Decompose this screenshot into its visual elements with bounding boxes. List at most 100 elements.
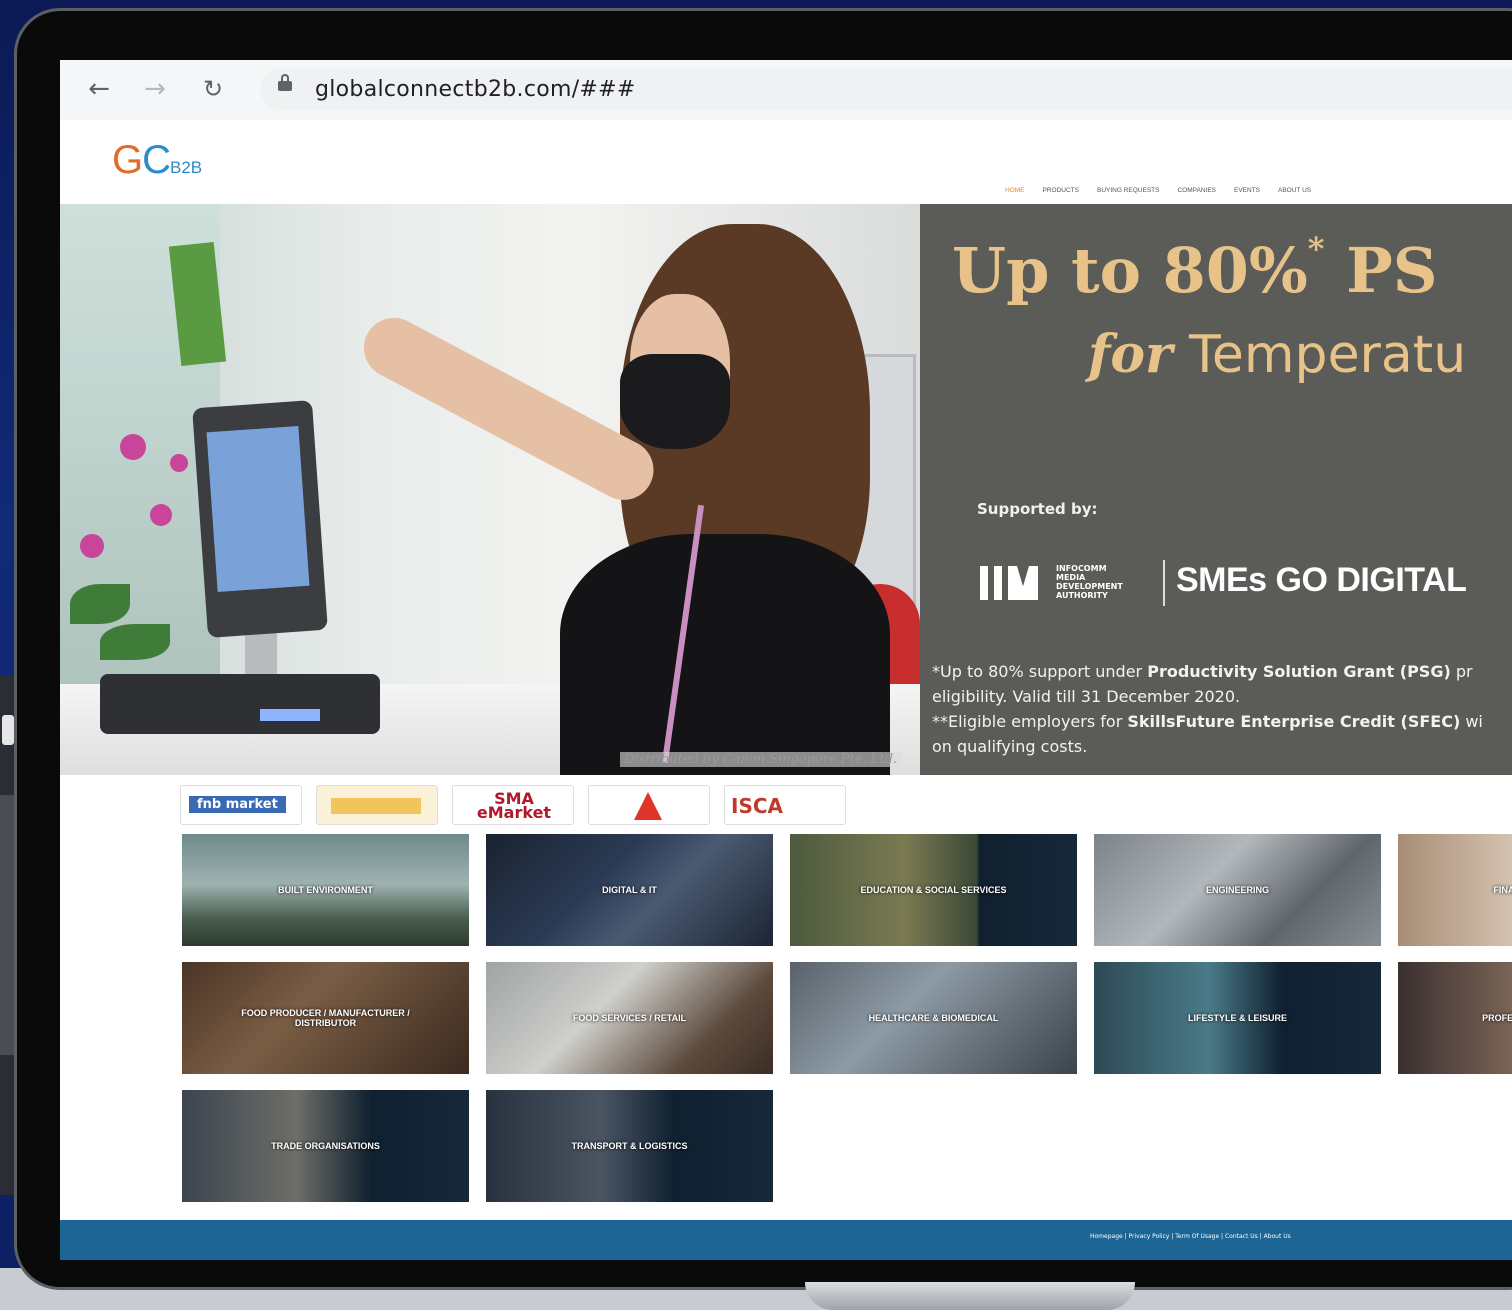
laptop-screen: ← → ↻ globalconnectb2b.com/### GCB2B HOM… (60, 60, 1512, 1260)
category-tile[interactable]: DIGITAL & IT (486, 834, 773, 946)
address-bar[interactable]: globalconnectb2b.com/### (260, 68, 1512, 110)
main-nav: HOME PRODUCTS BUYING REQUESTS COMPANIES … (1005, 187, 1311, 194)
photo-person-arm (353, 307, 665, 511)
hero-banner[interactable]: Distributed by Canon Singapore Pte. Ltd.… (60, 204, 1512, 775)
forward-arrow-icon[interactable]: → (138, 72, 172, 106)
category-tile[interactable]: FOOD SERVICES / RETAIL (486, 962, 773, 1074)
category-label: FOOD PRODUCER / MANUFACTURER / DISTRIBUT… (241, 1008, 410, 1028)
hero-photo: Distributed by Canon Singapore Pte. Ltd. (60, 204, 920, 775)
category-label: HEALTHCARE & BIOMEDICAL (868, 1013, 999, 1023)
photo-orchid (150, 504, 172, 526)
laptop-stand (805, 1282, 1135, 1310)
category-grid: BUILT ENVIRONMENT DIGITAL & IT EDUCATION… (182, 834, 1512, 1214)
category-tile[interactable]: EDUCATION & SOCIAL SERVICES (790, 834, 1077, 946)
photo-leaf (100, 624, 170, 660)
fine-print-line: *Up to 80% support under Productivity So… (932, 659, 1512, 684)
promo-headline: Up to 80%* PS (952, 230, 1438, 307)
nav-home[interactable]: HOME (1005, 187, 1025, 194)
nav-about-us[interactable]: ABOUT US (1278, 187, 1311, 194)
partner-logo-sma-emarket[interactable]: SMA eMarket (452, 785, 574, 825)
browser-toolbar: ← → ↻ globalconnectb2b.com/### (60, 60, 1512, 121)
nav-buying-requests[interactable]: BUYING REQUESTS (1097, 187, 1159, 194)
category-tile[interactable]: HEALTHCARE & BIOMEDICAL (790, 962, 1077, 1074)
photo-orchid (80, 534, 104, 558)
category-label: EDUCATION & SOCIAL SERVICES (860, 885, 1007, 895)
footer-links[interactable]: Homepage | Privacy Policy | Term Of Usag… (1090, 1233, 1291, 1240)
kiosk-led (260, 709, 320, 721)
fine-print-text: *Up to 80% support under (932, 662, 1148, 681)
kiosk-display (206, 425, 310, 593)
category-label: TRADE ORGANISATIONS (271, 1141, 380, 1151)
category-label: DIGITAL & IT (602, 885, 657, 895)
partner-logo-isca[interactable]: ISCA (724, 785, 846, 825)
headline-text: Up to 80% (952, 234, 1308, 307)
site-logo[interactable]: GCB2B (112, 138, 202, 183)
category-tile[interactable]: BUILT ENVIRONMENT (182, 834, 469, 946)
partner-logo-mark (634, 792, 662, 820)
photo-person-mask (620, 354, 730, 449)
subline-rest: Temperatu (1172, 325, 1467, 385)
imda-logo: INFOCOMM MEDIA DEVELOPMENT AUTHORITY (980, 560, 1150, 606)
back-arrow-icon[interactable]: ← (82, 72, 116, 106)
partner-logo-fnb-market[interactable]: fnb market (180, 785, 302, 825)
fine-print-text: **Eligible employers for (932, 712, 1128, 731)
partner-logo-4[interactable] (588, 785, 710, 825)
headline-rest: PS (1324, 234, 1438, 307)
partner-logo-mark (331, 798, 421, 814)
category-label: FINANCIAL SERVICES (1493, 885, 1512, 895)
promo-panel: Up to 80%* PS for Temperatu Supported by… (920, 204, 1512, 775)
logo-divider (1163, 560, 1165, 606)
nav-events[interactable]: EVENTS (1234, 187, 1260, 194)
partner-logo-text: SMA eMarket (476, 789, 552, 822)
fine-print-bold: Productivity Solution Grant (PSG) (1147, 662, 1451, 681)
fine-print-line: **Eligible employers for SkillsFuture En… (932, 709, 1512, 734)
nav-products[interactable]: PRODUCTS (1043, 187, 1079, 194)
imda-logo-bar (994, 566, 1002, 600)
lock-icon (278, 74, 292, 91)
category-tile[interactable]: FOOD PRODUCER / MANUFACTURER / DISTRIBUT… (182, 962, 469, 1074)
photo-person-body (560, 534, 890, 775)
fine-print-line: on qualifying costs. (932, 737, 1088, 756)
logo-letter-g: G (112, 138, 143, 182)
smes-go-digital-logo: SMEs GO DIGITAL (1176, 561, 1467, 599)
fine-print-bold: SkillsFuture Enterprise Credit (SFEC) (1127, 712, 1461, 731)
category-label: FOOD SERVICES / RETAIL (572, 1013, 687, 1023)
category-tile[interactable]: ENGINEERING (1094, 834, 1381, 946)
partner-logo-text: ISCA (731, 794, 784, 818)
partner-logo-2[interactable] (316, 785, 438, 825)
photo-leaf (70, 584, 130, 624)
category-label: PROFESSIONAL SERVICES (1482, 1013, 1512, 1023)
site-footer: Homepage | Privacy Policy | Term Of Usag… (60, 1220, 1512, 1260)
imda-logo-mark (1008, 566, 1038, 600)
reload-icon[interactable]: ↻ (196, 72, 230, 106)
headline-asterisk: * (1307, 230, 1325, 268)
fine-print-line: eligibility. Valid till 31 December 2020… (932, 687, 1241, 706)
photo-orchid (120, 434, 146, 460)
logo-b2b: B2B (170, 158, 203, 177)
fine-print-text: wi (1460, 712, 1483, 731)
subline-for: for (1088, 324, 1173, 385)
partner-logos: fnb market SMA eMarket ISCA (180, 785, 846, 827)
category-label: TRANSPORT & LOGISTICS (571, 1141, 688, 1151)
logo-letter-c: C (142, 138, 171, 182)
category-tile[interactable]: LIFESTYLE & LEISURE (1094, 962, 1381, 1074)
category-tile[interactable]: TRADE ORGANISATIONS (182, 1090, 469, 1202)
imda-logo-bar (980, 566, 988, 600)
promo-fine-print: *Up to 80% support under Productivity So… (932, 659, 1512, 759)
category-label: ENGINEERING (1205, 885, 1269, 895)
nav-companies[interactable]: COMPANIES (1177, 187, 1216, 194)
category-label: LIFESTYLE & LEISURE (1187, 1013, 1287, 1023)
category-tile[interactable]: PROFESSIONAL SERVICES (1398, 962, 1512, 1074)
site-header: GCB2B HOME PRODUCTS BUYING REQUESTS COMP… (60, 120, 1512, 200)
kiosk-base (100, 674, 380, 734)
promo-subline: for Temperatu (1088, 324, 1466, 385)
background-device-element (2, 715, 14, 745)
category-label: BUILT ENVIRONMENT (278, 885, 373, 895)
photo-orchid (170, 454, 188, 472)
imda-logo-text: INFOCOMM MEDIA DEVELOPMENT AUTHORITY (1056, 564, 1123, 600)
partner-logo-text: fnb market (189, 796, 286, 813)
category-tile[interactable]: TRANSPORT & LOGISTICS (486, 1090, 773, 1202)
url-text[interactable]: globalconnectb2b.com/### (315, 77, 636, 102)
category-tile[interactable]: FINANCIAL SERVICES (1398, 834, 1512, 946)
photo-caption: Distributed by Canon Singapore Pte. Ltd. (620, 752, 902, 767)
